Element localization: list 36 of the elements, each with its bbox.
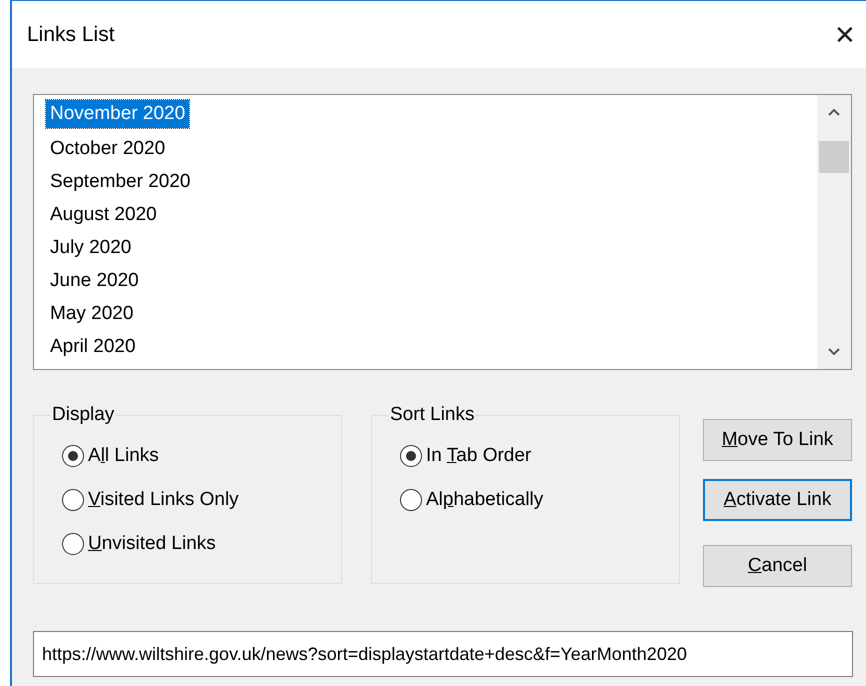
radio-label: All Links (88, 445, 159, 467)
radio-option[interactable]: All Links (62, 438, 341, 474)
group-title: Display (51, 404, 116, 426)
window-title: Links List (27, 22, 115, 46)
scroll-up-icon[interactable] (827, 107, 841, 117)
radio-icon[interactable] (400, 445, 422, 467)
list-item[interactable]: September 2020 (46, 166, 194, 199)
list-item[interactable]: April 2020 (46, 331, 140, 364)
radio-option[interactable]: In Tab Order (400, 438, 679, 474)
url-field[interactable]: https://www.wiltshire.gov.uk/news?sort=displaystartdate+desc&f=YearMonth2020 (33, 631, 853, 677)
radio-option[interactable]: Visited Links Only (62, 482, 341, 518)
list-item[interactable]: November 2020 (46, 100, 190, 128)
radio-label: Alphabetically (426, 489, 544, 511)
radio-label: Visited Links Only (88, 489, 239, 511)
radio-option[interactable]: Unvisited Links (62, 526, 341, 562)
links-listbox[interactable]: November 2020 October 2020 September 2020 August 2020 July 2020 June 2020 May 2020 April 2020 (33, 94, 852, 370)
list-item[interactable]: June 2020 (46, 265, 143, 298)
radio-option[interactable]: Alphabetically (400, 482, 679, 518)
radio-icon[interactable] (62, 533, 84, 555)
dialog-button[interactable]: Move To Link (703, 419, 852, 461)
scrollbar[interactable] (817, 95, 851, 369)
radio-label: In Tab Order (426, 445, 532, 467)
list-item[interactable]: July 2020 (46, 232, 136, 265)
list-item[interactable]: October 2020 (46, 133, 170, 166)
radio-icon[interactable] (62, 445, 84, 467)
close-button[interactable]: ✕ (834, 22, 856, 48)
scroll-down-icon[interactable] (827, 347, 841, 357)
dialog-button[interactable]: Cancel (703, 545, 852, 587)
list-item[interactable]: May 2020 (46, 298, 138, 331)
list-item[interactable]: August 2020 (46, 199, 161, 232)
radio-icon[interactable] (62, 489, 84, 511)
radio-label: Unvisited Links (88, 533, 216, 555)
radio-icon[interactable] (400, 489, 422, 511)
dialog-button[interactable]: Activate Link (703, 479, 852, 521)
group-title: Sort Links (389, 404, 476, 426)
scroll-thumb[interactable] (819, 141, 849, 173)
